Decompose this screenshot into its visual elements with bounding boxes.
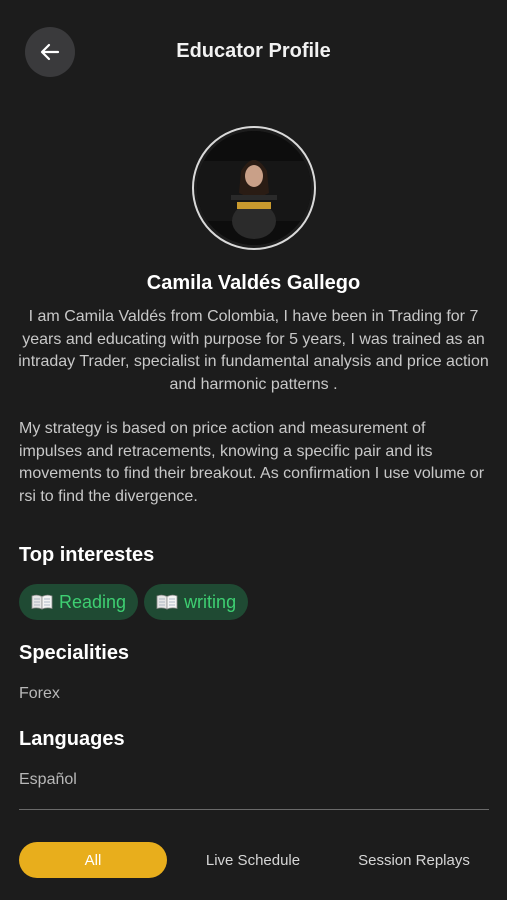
open-book-icon <box>31 594 53 610</box>
bio-intro: I am Camila Valdés from Colombia, I have… <box>18 308 489 393</box>
open-book-icon <box>156 594 178 610</box>
header: Educator Profile <box>0 0 507 104</box>
tab-session-replays[interactable]: Session Replays <box>339 842 489 878</box>
interest-chip-reading[interactable]: Reading <box>19 584 139 620</box>
languages-title: Languages <box>19 728 125 750</box>
divider <box>19 809 489 810</box>
interest-chip-label: writing <box>184 591 237 612</box>
specialities-title: Specialities <box>19 642 130 664</box>
tab-live-schedule[interactable]: Live Schedule <box>177 842 329 878</box>
content-tabs: All Live Schedule Session Replays <box>19 842 489 878</box>
interests-title: Top interestes <box>19 544 155 566</box>
avatar <box>192 126 316 250</box>
bio-strategy: My strategy is based on price action and… <box>19 420 485 505</box>
tab-all[interactable]: All <box>19 842 167 878</box>
specialities-value: Forex <box>19 685 60 702</box>
educator-name: Camila Valdés Gallego <box>146 272 361 294</box>
page-title: Educator Profile <box>176 40 331 62</box>
avatar-image <box>197 131 311 245</box>
interest-chip-label: Reading <box>59 591 127 612</box>
languages-value: Español <box>19 771 77 788</box>
interests-chips: Reading writing <box>19 584 249 620</box>
interest-chip-writing[interactable]: writing <box>144 584 249 620</box>
